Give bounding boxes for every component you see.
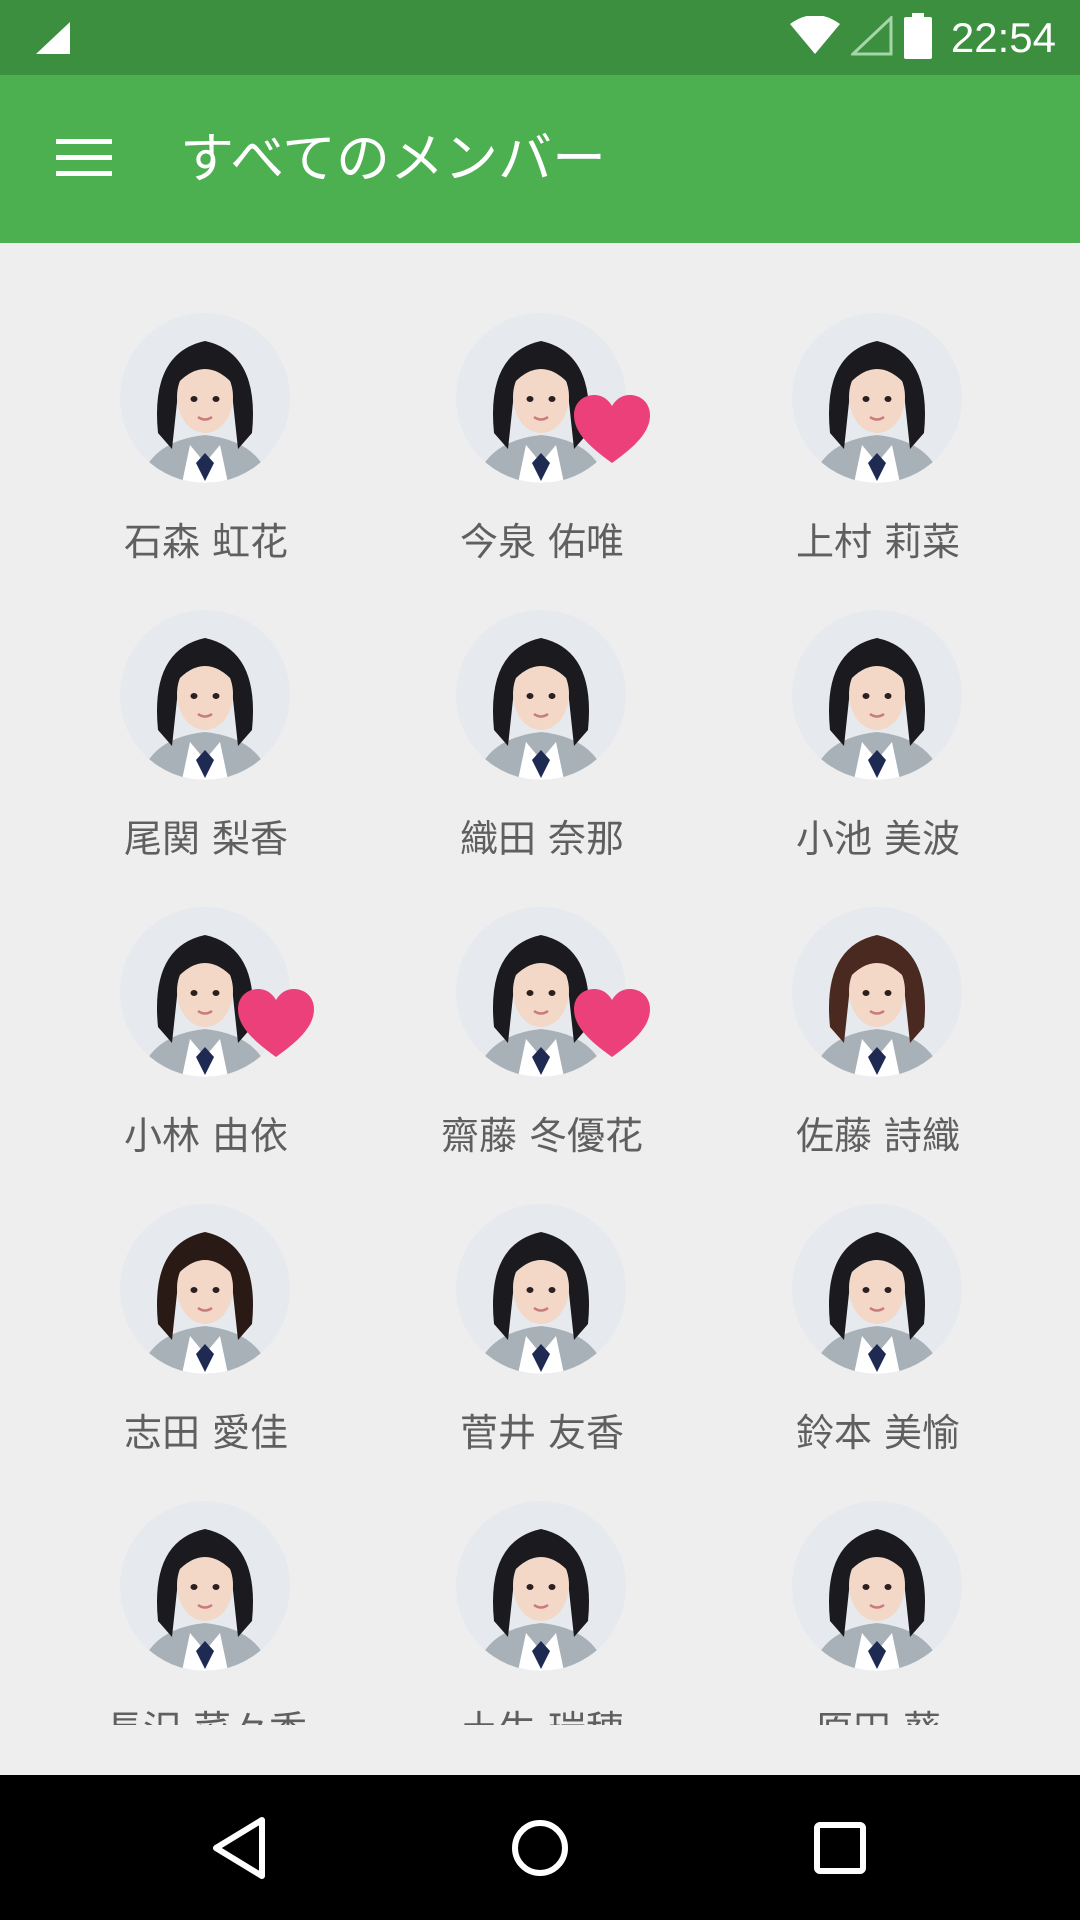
member-card[interactable]: 鈴本 美愉 (708, 1134, 1068, 1455)
battery-icon (903, 12, 933, 63)
member-card[interactable]: 齋藤 冬優花 (372, 837, 732, 1158)
hamburger-menu-icon (56, 137, 112, 181)
home-button[interactable] (500, 1815, 580, 1885)
member-avatar (792, 313, 962, 483)
favorite-heart-icon (572, 393, 652, 465)
app-bar: すべてのメンバー (0, 75, 1080, 243)
member-avatar (456, 1204, 626, 1374)
member-avatar (792, 610, 962, 780)
home-circle-icon (510, 1818, 570, 1882)
member-card[interactable]: 原田 葵 (708, 1431, 1068, 1725)
member-avatar (456, 610, 626, 780)
member-card[interactable]: 小林 由依 (36, 837, 396, 1158)
wifi-icon (789, 14, 841, 60)
favorite-heart-icon (236, 987, 316, 1059)
cell-signal-icon (36, 22, 70, 58)
member-card[interactable]: 石森 虹花 (36, 243, 396, 564)
member-card[interactable]: 今泉 佑唯 (372, 243, 732, 564)
member-name: 土生 瑞穂 (372, 1699, 712, 1725)
member-avatar (120, 1204, 290, 1374)
member-card[interactable]: 長沢 菜々香 (36, 1431, 396, 1725)
recents-square-icon (813, 1821, 867, 1879)
member-list[interactable]: 石森 虹花 今泉 佑唯 上村 莉菜 尾関 梨香 織田 奈那 小池 美波 小林 由依 齋藤 冬優… (0, 243, 1080, 1725)
navigation-bar (0, 1775, 1080, 1920)
member-avatar (792, 907, 962, 1077)
member-name: 原田 葵 (708, 1699, 1048, 1725)
status-bar: 22:54 (0, 0, 1080, 75)
member-card[interactable]: 志田 愛佳 (36, 1134, 396, 1455)
back-triangle-icon (210, 1816, 270, 1884)
recents-button[interactable] (800, 1815, 880, 1885)
menu-button[interactable] (40, 125, 128, 193)
member-card[interactable]: 織田 奈那 (372, 540, 732, 861)
back-button[interactable] (200, 1815, 280, 1885)
member-name: 長沢 菜々香 (36, 1699, 376, 1725)
member-card[interactable]: 尾関 梨香 (36, 540, 396, 861)
member-avatar (792, 1204, 962, 1374)
member-card[interactable]: 佐藤 詩織 (708, 837, 1068, 1158)
member-card[interactable]: 菅井 友香 (372, 1134, 732, 1455)
page-title: すべてのメンバー (180, 127, 607, 190)
favorite-heart-icon (572, 987, 652, 1059)
member-avatar (120, 610, 290, 780)
member-card[interactable]: 土生 瑞穂 (372, 1431, 732, 1725)
screen: 22:54 すべてのメンバー 石森 虹花 今泉 佑唯 上村 莉菜 尾関 梨香 織田 奈那… (0, 0, 1080, 1920)
member-avatar (792, 1501, 962, 1671)
member-avatar (120, 1501, 290, 1671)
member-card[interactable]: 小池 美波 (708, 540, 1068, 861)
clock: 22:54 (950, 13, 1056, 61)
cell-signal-icon (849, 14, 893, 60)
member-avatar (120, 313, 290, 483)
member-avatar (456, 1501, 626, 1671)
member-card[interactable]: 上村 莉菜 (708, 243, 1068, 564)
